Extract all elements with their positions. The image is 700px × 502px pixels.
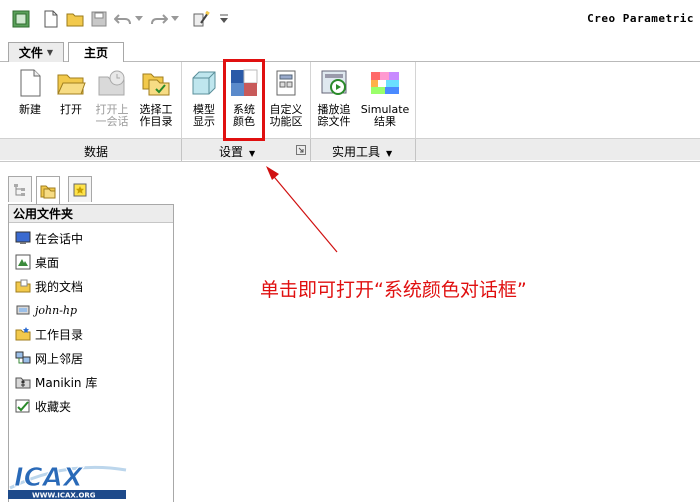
model-display-button[interactable]: 模型 显示 <box>182 66 226 138</box>
simulate-results-button[interactable]: Simulate 结果 <box>360 66 410 138</box>
customize-ribbon-button[interactable]: 自定义 功能区 <box>264 66 308 138</box>
annotation-text: 单击即可打开“系统颜色对话框” <box>260 279 527 301</box>
group-label-data: 数据 <box>84 145 109 159</box>
network-icon <box>15 351 31 364</box>
open-button[interactable]: 打开 <box>49 66 93 138</box>
favorites-icon <box>73 183 87 196</box>
customize-ribbon-icon <box>276 70 296 96</box>
ribbon-tabs: 文件 ▼ 主页 <box>0 38 700 63</box>
quick-access-toolbar: Creo Parametric <box>0 0 700 38</box>
group-separator <box>310 139 311 161</box>
undo-icon[interactable] <box>114 10 132 28</box>
select-working-directory-button[interactable]: 选择工 作目录 <box>134 66 178 138</box>
creo-app-icon[interactable] <box>12 10 30 28</box>
common-folders-header: 公用文件夹 <box>9 205 173 223</box>
open-folder-icon <box>57 74 86 95</box>
documents-folder-icon <box>15 279 31 293</box>
arrow-line <box>269 171 338 253</box>
ribbon: 新建 打开 打开上 一会话 选择工 作目录 模型 显示 系统 颜色 自定义 功能… <box>0 62 700 162</box>
open-folder-icon[interactable] <box>66 10 84 28</box>
list-item-working-directory[interactable]: 工作目录 <box>15 325 83 343</box>
model-display-icon <box>192 71 216 95</box>
tab-folder-browser[interactable] <box>36 176 60 204</box>
group-separator <box>181 139 182 161</box>
list-item-desktop[interactable]: 桌面 <box>15 253 59 271</box>
folder-browser-icon <box>40 185 56 198</box>
play-trail-icon <box>321 70 347 95</box>
icax-logo-graphic: ICAX WWW.ICAX.ORG <box>8 463 127 500</box>
highlight-box <box>223 59 265 141</box>
save-icon[interactable] <box>90 10 108 28</box>
dialog-launcher-icon[interactable] <box>296 144 306 155</box>
arrow-head <box>266 166 279 180</box>
icax-logo: ICAX WWW.ICAX.ORG <box>6 454 130 500</box>
list-item-computer[interactable]: john-hp <box>15 301 77 319</box>
list-item-in-session[interactable]: 在会话中 <box>15 229 83 247</box>
group-label-utilities[interactable]: 实用工具 ▼ <box>332 143 392 160</box>
manikin-library-icon <box>15 377 31 389</box>
open-last-session-button[interactable]: 打开上 一会话 <box>90 66 134 138</box>
list-item-network[interactable]: 网上邻居 <box>15 349 83 367</box>
navigator-tabs <box>6 176 176 204</box>
chevron-down-icon: ▼ <box>249 149 256 158</box>
regenerate-icon[interactable] <box>192 10 210 28</box>
monitor-icon <box>15 231 31 244</box>
redo-dropdown-icon[interactable] <box>170 10 180 28</box>
play-trail-file-button[interactable]: 播放追 踪文件 <box>312 66 356 138</box>
list-item-my-documents[interactable]: 我的文档 <box>15 277 83 295</box>
chevron-down-icon: ▼ <box>386 149 393 158</box>
customize-toolbar-icon[interactable] <box>218 10 230 28</box>
tab-favorites[interactable] <box>68 176 92 202</box>
new-button[interactable]: 新建 <box>8 66 52 138</box>
new-document-icon <box>20 69 41 97</box>
new-file-icon[interactable] <box>42 10 60 28</box>
logo-text: ICAX <box>14 463 85 493</box>
model-tree-icon <box>14 183 25 196</box>
computer-icon <box>16 305 30 315</box>
open-session-icon <box>98 70 125 96</box>
ribbon-group-bar: 数据 设置 ▼ 实用工具 ▼ <box>0 138 700 161</box>
desktop-icon <box>15 254 31 270</box>
tab-file[interactable]: 文件 ▼ <box>8 42 64 62</box>
favorites-folder-icon <box>15 399 30 413</box>
simulate-results-icon <box>371 72 399 94</box>
select-directory-icon <box>142 73 170 96</box>
tab-home[interactable]: 主页 <box>68 42 124 63</box>
group-label-settings[interactable]: 设置 ▼ <box>219 143 255 160</box>
working-directory-icon <box>15 327 31 341</box>
logo-subtext: WWW.ICAX.ORG <box>32 492 96 500</box>
list-item-manikin-library[interactable]: Manikin 库 <box>15 373 97 391</box>
app-title: Creo Parametric <box>587 12 694 25</box>
chevron-down-icon: ▼ <box>46 48 54 57</box>
redo-icon[interactable] <box>150 10 168 28</box>
tab-model-tree[interactable] <box>8 176 32 202</box>
group-separator <box>415 139 416 161</box>
undo-dropdown-icon[interactable] <box>134 10 144 28</box>
list-item-favorites[interactable]: 收藏夹 <box>15 397 71 415</box>
